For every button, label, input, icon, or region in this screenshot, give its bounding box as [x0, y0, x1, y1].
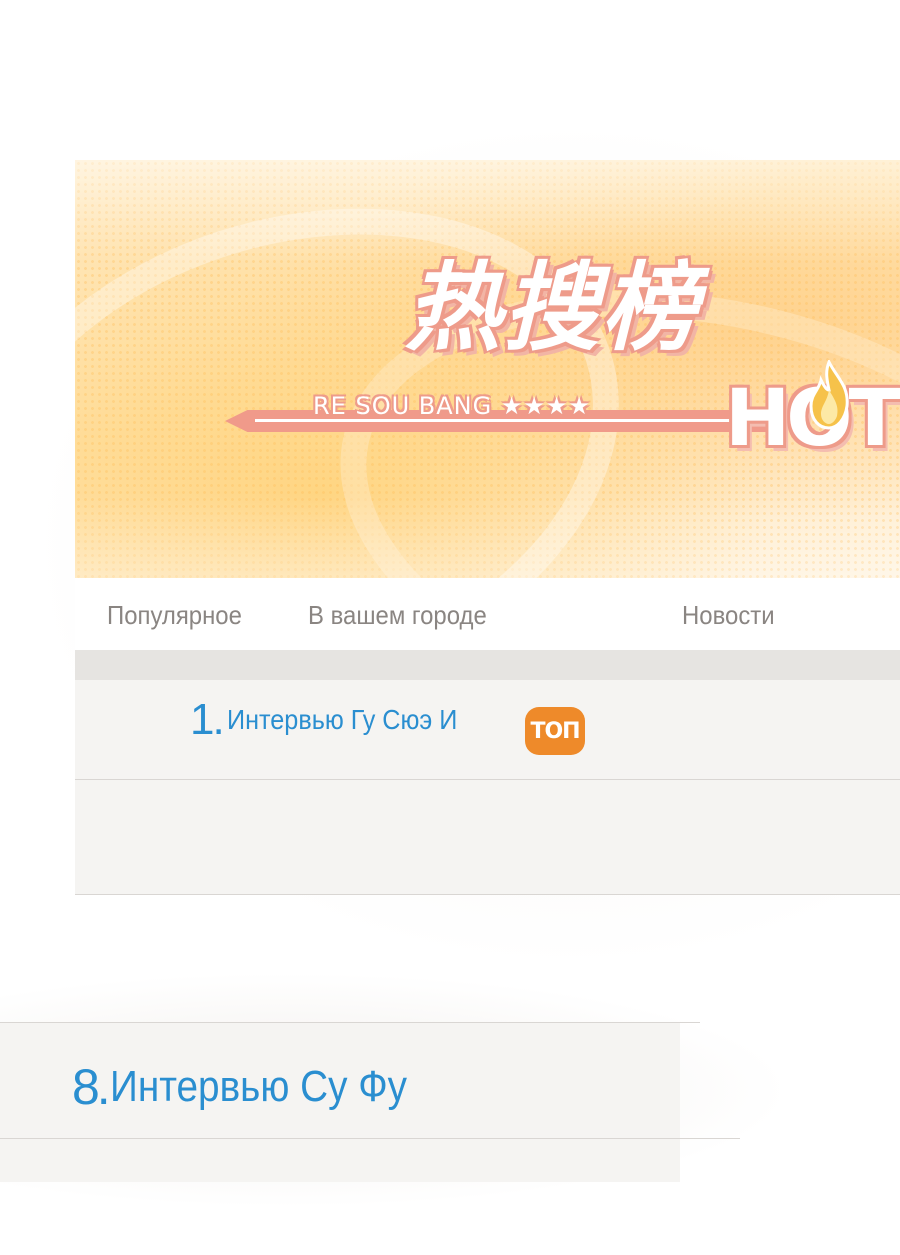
item-title: Интервью Су Фу	[109, 1062, 407, 1111]
row-divider	[75, 894, 900, 895]
tab-local[interactable]: В вашем городе	[308, 600, 487, 631]
category-tabs: Популярное В вашем городе Новости	[75, 578, 900, 650]
row-divider	[75, 779, 900, 780]
rank-number: 8.	[72, 1059, 111, 1115]
row-divider	[0, 1022, 700, 1023]
item-title: Интервью Гу Сюэ И	[226, 704, 458, 735]
logo-subtitle: RE SOU BANG ★★★★	[313, 392, 591, 420]
banner-swirl	[75, 160, 684, 578]
tab-news[interactable]: Новости	[682, 600, 775, 631]
tabs-divider	[75, 650, 900, 680]
list-item[interactable]: 8. Интервью Су Фу	[72, 1058, 447, 1116]
list-item[interactable]: 1. Интервью Гу Сюэ И	[190, 690, 483, 750]
hot-search-banner: 热搜榜 RE SOU BANG ★★★★ HOT	[75, 160, 900, 578]
tab-popular[interactable]: Популярное	[107, 600, 242, 631]
rank-number: 1.	[190, 695, 225, 744]
hot-search-panel: 热搜榜 RE SOU BANG ★★★★ HOT Популярное В ва…	[75, 160, 900, 895]
logo-title: 热搜榜	[405, 252, 699, 364]
row-divider	[0, 1138, 740, 1139]
flame-icon	[809, 360, 849, 430]
top-badge: ТОП	[525, 707, 585, 755]
